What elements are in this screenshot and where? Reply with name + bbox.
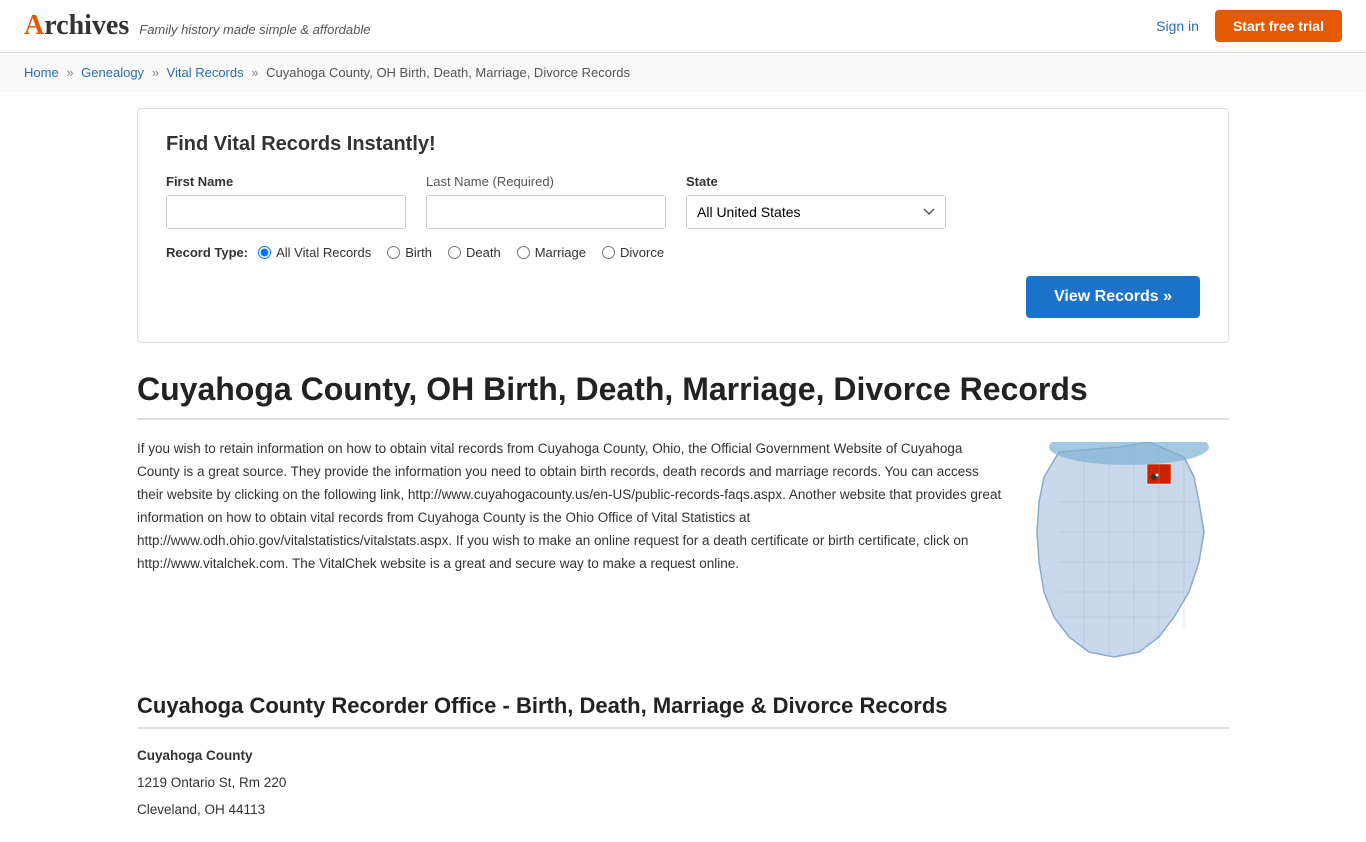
radio-death[interactable]: Death — [448, 245, 501, 260]
breadcrumb-sep-3: » — [251, 65, 258, 80]
state-select[interactable]: All United StatesAlabamaAlaskaArizonaArk… — [686, 195, 946, 229]
form-row-inputs: First Name Last Name (Required) State Al… — [166, 174, 1200, 229]
header-right: Sign in Start free trial — [1156, 10, 1342, 42]
content-section: If you wish to retain information on how… — [137, 438, 1229, 665]
record-type-label: Record Type: — [166, 245, 248, 260]
radio-all-vital[interactable]: All Vital Records — [258, 245, 371, 260]
content-text: If you wish to retain information on how… — [137, 438, 1005, 665]
radio-divorce-input[interactable] — [602, 246, 615, 259]
breadcrumb-sep-2: » — [152, 65, 159, 80]
first-name-group: First Name — [166, 174, 406, 229]
sign-in-link[interactable]: Sign in — [1156, 18, 1199, 34]
record-type-row: Record Type: All Vital Records Birth Dea… — [166, 245, 1200, 260]
ohio-map — [1029, 442, 1229, 665]
recorder-address-2: Cleveland, OH 44113 — [137, 799, 1229, 822]
state-label: State — [686, 174, 946, 189]
last-name-group: Last Name (Required) — [426, 174, 666, 229]
breadcrumb-genealogy[interactable]: Genealogy — [81, 65, 144, 80]
county-name: Cuyahoga County — [137, 745, 1229, 768]
radio-marriage-label: Marriage — [535, 245, 586, 260]
radio-birth-label: Birth — [405, 245, 432, 260]
radio-divorce-label: Divorce — [620, 245, 664, 260]
breadcrumb: Home » Genealogy » Vital Records » Cuyah… — [0, 53, 1366, 92]
search-title: Find Vital Records Instantly! — [166, 133, 1200, 156]
page-title: Cuyahoga County, OH Birth, Death, Marria… — [137, 371, 1229, 420]
view-records-button[interactable]: View Records » — [1026, 276, 1200, 318]
main-content: Find Vital Records Instantly! First Name… — [113, 92, 1253, 842]
breadcrumb-home[interactable]: Home — [24, 65, 59, 80]
header-left: Archives Family history made simple & af… — [24, 10, 370, 42]
site-logo: Archives — [24, 10, 129, 42]
radio-divorce[interactable]: Divorce — [602, 245, 664, 260]
last-name-input[interactable] — [426, 195, 666, 229]
breadcrumb-vital-records[interactable]: Vital Records — [167, 65, 244, 80]
radio-all-label: All Vital Records — [276, 245, 371, 260]
first-name-input[interactable] — [166, 195, 406, 229]
radio-marriage-input[interactable] — [517, 246, 530, 259]
breadcrumb-current: Cuyahoga County, OH Birth, Death, Marria… — [266, 65, 630, 80]
recorder-address-1: 1219 Ontario St, Rm 220 — [137, 772, 1229, 795]
radio-death-input[interactable] — [448, 246, 461, 259]
radio-group: All Vital Records Birth Death Marriage D… — [258, 245, 664, 260]
first-name-label: First Name — [166, 174, 406, 189]
start-trial-button[interactable]: Start free trial — [1215, 10, 1342, 42]
recorder-title: Cuyahoga County Recorder Office - Birth,… — [137, 693, 1229, 729]
recorder-section: Cuyahoga County Recorder Office - Birth,… — [137, 693, 1229, 822]
view-records-btn-row: View Records » — [166, 276, 1200, 318]
radio-birth-input[interactable] — [387, 246, 400, 259]
radio-birth[interactable]: Birth — [387, 245, 432, 260]
header: Archives Family history made simple & af… — [0, 0, 1366, 53]
radio-marriage[interactable]: Marriage — [517, 245, 586, 260]
breadcrumb-sep-1: » — [66, 65, 73, 80]
search-box: Find Vital Records Instantly! First Name… — [137, 108, 1229, 343]
tagline: Family history made simple & affordable — [139, 22, 370, 37]
ohio-map-svg — [1029, 442, 1229, 662]
state-group: State All United StatesAlabamaAlaskaAriz… — [686, 174, 946, 229]
radio-death-label: Death — [466, 245, 501, 260]
last-name-label: Last Name (Required) — [426, 174, 666, 189]
radio-all-input[interactable] — [258, 246, 271, 259]
